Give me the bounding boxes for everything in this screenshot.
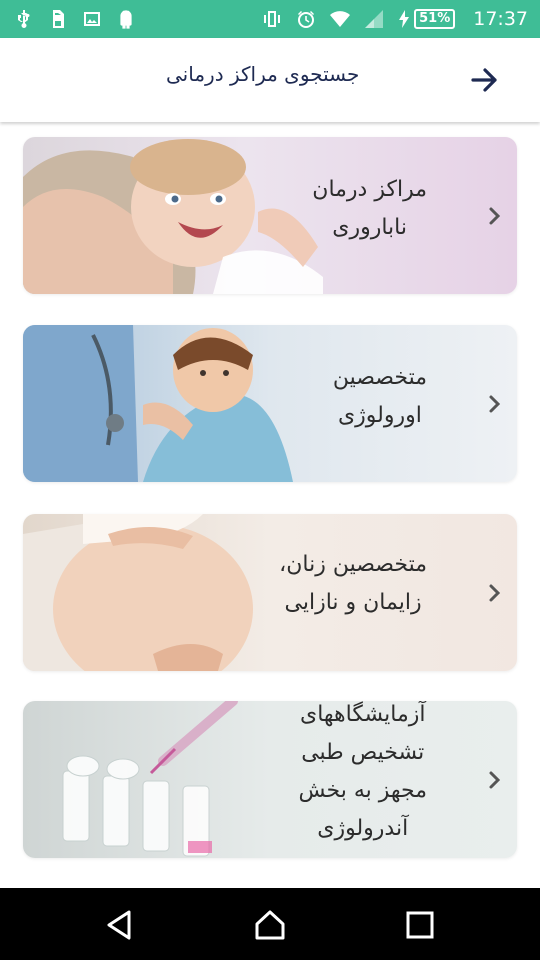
card-label-line: متخصصین زنان، — [279, 552, 427, 577]
mother-baby-photo — [23, 137, 517, 294]
nav-home-button[interactable] — [253, 908, 287, 942]
card-label-line: اورولوژی — [337, 403, 422, 428]
nav-back-button[interactable] — [103, 908, 137, 942]
triangle-back-icon — [107, 910, 131, 940]
card-label: متخصصین زنان، زایمان و نازایی — [279, 546, 427, 622]
category-list: مراکز درمان ناباروری متخصصین اورولوژی مت… — [0, 124, 540, 888]
sim-icon — [48, 9, 68, 29]
status-bar: 51% 17:37 — [0, 0, 540, 38]
chevron-right-icon — [487, 769, 503, 791]
card-label-line: آندرولوژی — [317, 816, 409, 841]
navigation-bar — [0, 888, 540, 960]
chevron-right-icon — [487, 205, 503, 227]
wifi-icon — [330, 9, 351, 29]
charging-icon — [398, 9, 410, 29]
card-label: مراکز درمان ناباروری — [312, 171, 427, 247]
card-label-line: تشخیص طبی — [301, 740, 425, 765]
pregnant-belly-photo — [23, 514, 517, 671]
card-label-line: آزمایشگاههای — [299, 702, 426, 727]
status-left-icons — [14, 9, 136, 29]
card-label-line: متخصصین — [332, 365, 427, 390]
image-icon — [82, 9, 102, 29]
nav-recents-button[interactable] — [403, 908, 437, 942]
card-label-line: ناباروری — [332, 215, 408, 240]
chevron-right-icon — [487, 393, 503, 415]
status-right-icons: 51% 17:37 — [262, 8, 528, 30]
card-label-line: زایمان و نازایی — [284, 590, 422, 615]
signal-icon — [364, 9, 384, 29]
battery-percent: 51% — [414, 9, 456, 29]
card-andrology-labs[interactable]: آزمایشگاههای تشخیص طبی مجهز به بخش آندرو… — [23, 701, 517, 858]
card-label-line: مراکز درمان — [312, 177, 427, 202]
status-clock: 17:37 — [473, 8, 528, 30]
lab-tubes-photo — [23, 701, 517, 858]
arrow-right-icon — [471, 68, 497, 92]
card-label: آزمایشگاههای تشخیص طبی مجهز به بخش آندرو… — [298, 701, 427, 848]
home-icon — [255, 910, 285, 940]
chevron-right-icon — [487, 582, 503, 604]
card-label: متخصصین اورولوژی — [333, 359, 427, 435]
doctor-child-photo — [23, 325, 517, 482]
android-icon — [116, 9, 136, 29]
card-urologists[interactable]: متخصصین اورولوژی — [23, 325, 517, 482]
card-obstetrics-gynecology[interactable]: متخصصین زنان، زایمان و نازایی — [23, 514, 517, 671]
alarm-icon — [296, 9, 316, 29]
square-recents-icon — [406, 911, 434, 939]
app-header: جستجوی مراکز درمانی — [0, 38, 540, 122]
card-label-line: مجهز به بخش — [298, 778, 427, 803]
battery-indicator: 51% — [398, 9, 456, 29]
page-title: جستجوی مراکز درمانی — [166, 62, 360, 86]
card-infertility-centers[interactable]: مراکز درمان ناباروری — [23, 137, 517, 294]
usb-icon — [14, 9, 34, 29]
vibrate-icon — [262, 9, 282, 29]
back-button[interactable] — [470, 66, 500, 94]
